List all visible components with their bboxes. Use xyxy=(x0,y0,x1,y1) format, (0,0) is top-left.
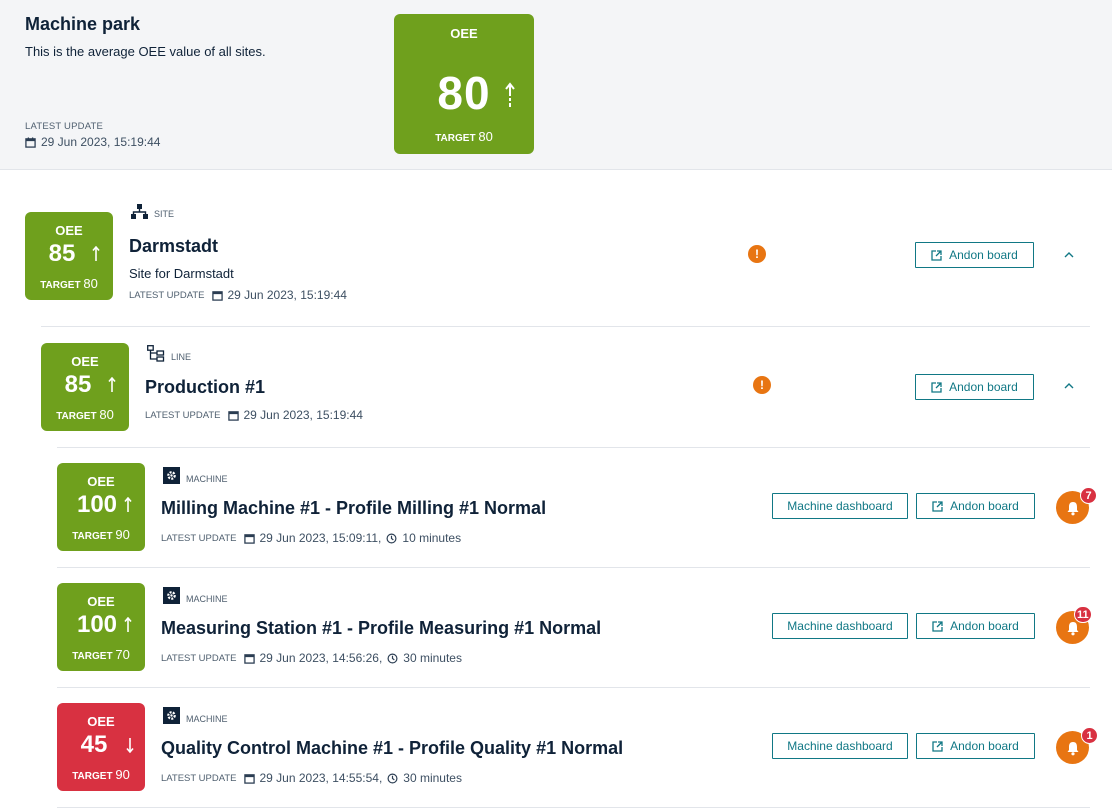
trend-up-icon xyxy=(108,377,116,392)
oee-tile: OEE 85 TARGET 80 xyxy=(41,343,129,431)
divider xyxy=(57,447,1090,448)
calendar-icon xyxy=(227,410,239,421)
oee-label: OEE xyxy=(87,714,115,729)
tree-icon xyxy=(147,345,165,362)
machine-dashboard-button[interactable]: Machine dashboard xyxy=(772,733,908,759)
andon-board-button[interactable]: Andon board xyxy=(916,613,1035,639)
alarm-count-badge: 7 xyxy=(1080,487,1097,504)
trend-up-icon xyxy=(505,82,515,107)
machine-dashboard-button[interactable]: Machine dashboard xyxy=(772,613,908,639)
oee-target: TARGET 80 xyxy=(56,407,114,422)
oee-target: TARGET 80 xyxy=(40,276,98,291)
machine-park-header: Machine park This is the average OEE val… xyxy=(0,0,1112,170)
machine-dashboard-button[interactable]: Machine dashboard xyxy=(772,493,908,519)
node-type: MACHINE xyxy=(163,707,228,724)
warning-icon[interactable]: ! xyxy=(753,376,771,394)
oee-target: TARGET 90 xyxy=(72,767,130,782)
warning-icon[interactable]: ! xyxy=(748,245,766,263)
latest-update: LATEST UPDATE 29 Jun 2023, 14:55:54, 30 … xyxy=(161,771,462,785)
oee-target: TARGET 70 xyxy=(72,647,130,662)
site-description: Site for Darmstadt xyxy=(129,266,234,281)
latest-update: LATEST UPDATE 29 Jun 2023, 15:19:44 xyxy=(129,288,347,302)
latest-update: LATEST UPDATE 29 Jun 2023, 15:09:11, 10 … xyxy=(161,531,462,545)
latest-update: 29 Jun 2023, 15:19:44 xyxy=(25,135,160,149)
andon-board-button[interactable]: Andon board xyxy=(915,242,1034,268)
oee-tile: OEE 80 TARGET 80 xyxy=(394,14,534,154)
machine-name[interactable]: Milling Machine #1 - Profile Milling #1 … xyxy=(161,498,546,519)
alarm-count-badge: 11 xyxy=(1074,606,1092,623)
node-type-label: SITE xyxy=(154,209,175,219)
history-icon xyxy=(387,773,398,783)
gear-icon xyxy=(163,587,180,604)
node-type-label: LINE xyxy=(171,352,192,362)
divider xyxy=(57,687,1090,688)
andon-board-button[interactable]: Andon board xyxy=(916,733,1035,759)
node-type: MACHINE xyxy=(163,467,228,484)
oee-tile: OEE 85 TARGET 80 xyxy=(25,212,113,300)
oee-label: OEE xyxy=(87,594,115,609)
andon-board-button[interactable]: Andon board xyxy=(915,374,1034,400)
trend-up-icon xyxy=(124,497,132,512)
node-type: SITE xyxy=(131,204,174,219)
latest-update-value: 29 Jun 2023, 15:19:44 xyxy=(41,135,161,149)
line-name[interactable]: Production #1 xyxy=(145,377,265,398)
trend-down-icon xyxy=(126,738,134,753)
bell-icon xyxy=(1067,741,1078,755)
alarm-count-badge: 1 xyxy=(1081,727,1098,744)
oee-target: TARGET 80 xyxy=(435,129,493,144)
page-title: Machine park xyxy=(25,14,141,34)
external-link-icon xyxy=(931,381,942,393)
external-link-icon xyxy=(931,249,942,261)
latest-update-label: LATEST UPDATE xyxy=(25,121,104,132)
trend-up-icon xyxy=(92,246,100,261)
page-description: This is the average OEE value of all sit… xyxy=(25,44,266,59)
chevron-up-icon[interactable] xyxy=(1062,379,1076,393)
history-icon xyxy=(387,653,398,663)
external-link-icon xyxy=(932,500,943,512)
calendar-icon xyxy=(25,136,36,148)
divider xyxy=(57,567,1090,568)
oee-label: OEE xyxy=(87,474,115,489)
machine-name[interactable]: Measuring Station #1 - Profile Measuring… xyxy=(161,618,601,639)
gear-icon xyxy=(163,707,180,724)
oee-tile: OEE 100 TARGET 90 xyxy=(57,463,145,551)
oee-label: OEE xyxy=(71,354,99,369)
oee-tile: OEE 45 TARGET 90 xyxy=(57,703,145,791)
node-type: LINE xyxy=(147,345,191,362)
node-type-label: MACHINE xyxy=(186,594,228,604)
gear-icon xyxy=(163,467,180,484)
calendar-icon xyxy=(243,773,255,784)
site-name[interactable]: Darmstadt xyxy=(129,236,218,257)
andon-board-button[interactable]: Andon board xyxy=(916,493,1035,519)
latest-update: LATEST UPDATE 29 Jun 2023, 14:56:26, 30 … xyxy=(161,651,462,665)
node-type-label: MACHINE xyxy=(186,714,228,724)
calendar-icon xyxy=(243,653,255,664)
oee-target: TARGET 90 xyxy=(72,527,130,542)
oee-tile: OEE 100 TARGET 70 xyxy=(57,583,145,671)
calendar-icon xyxy=(211,290,223,301)
node-type: MACHINE xyxy=(163,587,228,604)
hierarchy-icon xyxy=(131,204,148,219)
chevron-up-icon[interactable] xyxy=(1062,248,1076,262)
history-icon xyxy=(386,533,397,543)
bell-icon xyxy=(1067,501,1078,515)
node-type-label: MACHINE xyxy=(186,474,228,484)
divider xyxy=(41,326,1090,327)
calendar-icon xyxy=(243,533,255,544)
trend-up-icon xyxy=(124,617,132,632)
machine-name[interactable]: Quality Control Machine #1 - Profile Qua… xyxy=(161,738,623,759)
external-link-icon xyxy=(932,740,943,752)
oee-label: OEE xyxy=(55,223,83,238)
oee-label: OEE xyxy=(450,26,478,41)
latest-update: LATEST UPDATE 29 Jun 2023, 15:19:44 xyxy=(145,408,363,422)
external-link-icon xyxy=(932,620,943,632)
